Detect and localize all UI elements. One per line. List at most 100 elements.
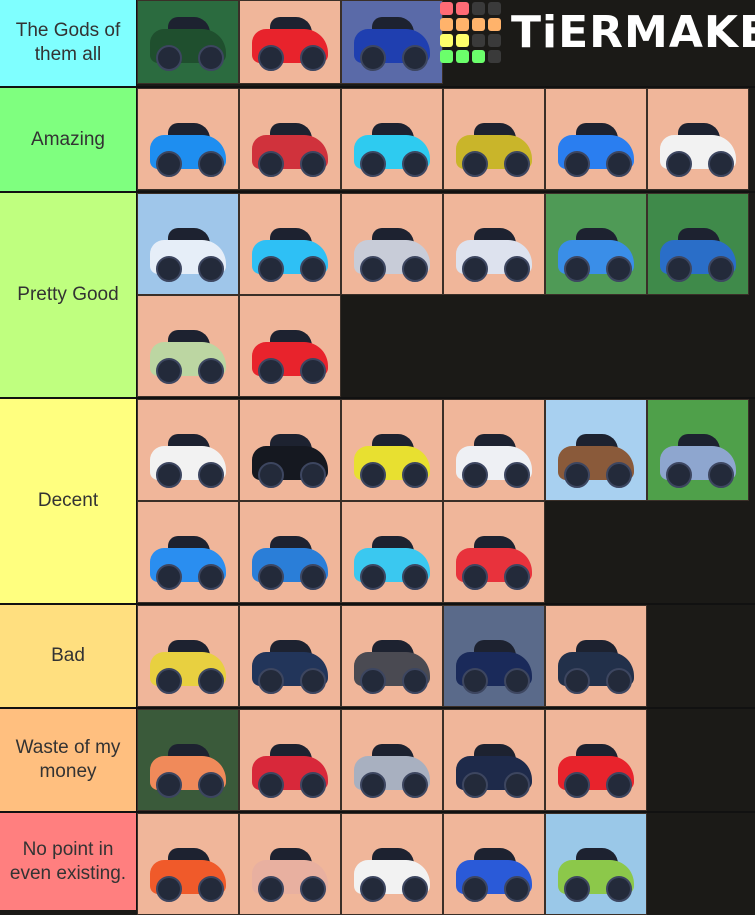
wheel-icon [300,45,326,71]
wheel-icon [564,772,590,798]
wheel-icon [504,564,530,590]
vehicle-tile[interactable] [137,295,239,397]
tiermaker-wordmark: TiERMAKER [511,7,755,58]
wheel-icon [402,564,428,590]
vehicle-tile[interactable] [341,0,443,84]
vehicle-tile[interactable] [239,709,341,811]
wheel-icon [360,256,386,282]
wheel-icon [198,772,224,798]
wheel-icon [258,151,284,177]
tier-items [137,709,755,811]
vehicle-tile[interactable] [647,88,749,190]
vehicle-tile[interactable] [341,399,443,501]
vehicle-tile[interactable] [545,709,647,811]
logo-grid-cell [488,2,501,15]
wheel-icon [198,358,224,384]
vehicle-tile[interactable] [341,605,443,707]
vehicle-tile[interactable] [341,88,443,190]
vehicle-tile[interactable] [239,501,341,603]
logo-grid-cell [440,18,453,31]
wheel-icon [504,772,530,798]
wheel-icon [156,462,182,488]
wheel-icon [462,668,488,694]
vehicle-tile[interactable] [137,399,239,501]
vehicle-tile[interactable] [545,813,647,915]
tier-items [137,399,755,603]
vehicle-tile[interactable] [443,605,545,707]
wheel-icon [258,358,284,384]
vehicle-tile[interactable] [647,193,749,295]
wheel-icon [402,256,428,282]
vehicle-tile[interactable] [341,813,443,915]
vehicle-tile[interactable] [443,813,545,915]
vehicle-tile[interactable] [137,501,239,603]
vehicle-tile[interactable] [239,605,341,707]
vehicle-tile[interactable] [443,399,545,501]
vehicle-tile[interactable] [341,709,443,811]
vehicle-tile[interactable] [239,88,341,190]
tier-label[interactable]: Amazing [0,88,137,191]
wheel-icon [504,876,530,902]
wheel-icon [504,256,530,282]
vehicle-tile[interactable] [239,0,341,84]
logo-grid-cell [456,2,469,15]
wheel-icon [462,151,488,177]
logo-grid-cell [472,2,485,15]
wheel-icon [564,668,590,694]
wheel-icon [300,358,326,384]
vehicle-tile[interactable] [647,399,749,501]
vehicle-tile[interactable] [137,813,239,915]
logo-grid-cell [472,18,485,31]
wheel-icon [462,876,488,902]
vehicle-tile[interactable] [239,295,341,397]
vehicle-tile[interactable] [443,501,545,603]
vehicle-tile[interactable] [137,709,239,811]
wheel-icon [564,876,590,902]
vehicle-tile[interactable] [443,88,545,190]
wheel-icon [606,772,632,798]
tier-label[interactable]: The Gods of them all [0,0,137,86]
wheel-icon [666,256,692,282]
vehicle-tile[interactable] [443,709,545,811]
logo-grid-cell [488,50,501,63]
wheel-icon [300,256,326,282]
vehicle-tile[interactable] [341,501,443,603]
tier-label[interactable]: No point in even existing. [0,813,137,910]
vehicle-tile[interactable] [137,88,239,190]
wheel-icon [564,151,590,177]
tier-label[interactable]: Decent [0,399,137,603]
tier-label[interactable]: Waste of my money [0,709,137,811]
vehicle-tile[interactable] [137,193,239,295]
wheel-icon [258,876,284,902]
vehicle-tile[interactable] [545,193,647,295]
wheel-icon [156,151,182,177]
wheel-icon [708,462,734,488]
wheel-icon [504,151,530,177]
vehicle-tile[interactable] [341,193,443,295]
tier-label[interactable]: Pretty Good [0,193,137,397]
wheel-icon [198,564,224,590]
vehicle-tile[interactable] [239,193,341,295]
vehicle-tile[interactable] [137,0,239,84]
vehicle-tile[interactable] [239,399,341,501]
wheel-icon [300,668,326,694]
vehicle-tile[interactable] [545,399,647,501]
tiermaker-grid-icon [440,2,501,63]
vehicle-tile[interactable] [545,605,647,707]
logo-grid-cell [456,18,469,31]
wheel-icon [198,151,224,177]
tier-items [137,813,755,915]
vehicle-tile[interactable] [239,813,341,915]
wheel-icon [462,256,488,282]
vehicle-tile[interactable] [137,605,239,707]
wheel-icon [402,668,428,694]
tier-label[interactable]: Bad [0,605,137,707]
wheel-icon [708,151,734,177]
wheel-icon [258,668,284,694]
logo-grid-cell [456,34,469,47]
logo-grid-cell [440,34,453,47]
vehicle-tile[interactable] [545,88,647,190]
wheel-icon [198,256,224,282]
wheel-icon [156,876,182,902]
vehicle-tile[interactable] [443,193,545,295]
